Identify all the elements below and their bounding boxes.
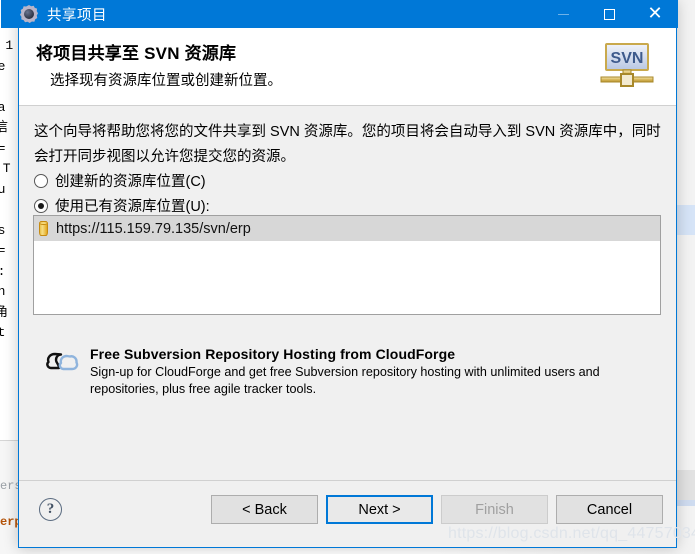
dialog-body: 这个向导将帮助您将您的文件共享到 SVN 资源库。您的项目将会自动导入到 SVN…: [19, 106, 676, 480]
radio-label-use-existing: 使用已有资源库位置(U):: [55, 199, 210, 215]
page-subtitle: 选择现有资源库位置或创建新位置。: [50, 73, 282, 89]
repository-icon: [39, 221, 48, 236]
cloudforge-text-block: Free Subversion Repository Hosting from …: [90, 346, 645, 398]
finish-button: Finish: [441, 495, 548, 524]
radio-label-create-new: 创建新的资源库位置(C): [55, 174, 206, 190]
svn-logo-icon: SVN: [599, 40, 655, 94]
dialog-button-row: < Back Next > Finish Cancel: [211, 495, 663, 524]
help-icon[interactable]: ?: [39, 498, 62, 521]
cloudforge-promo[interactable]: Free Subversion Repository Hosting from …: [45, 346, 645, 398]
maximize-icon: [603, 8, 615, 20]
radio-create-new-location[interactable]: 创建新的资源库位置(C): [34, 170, 206, 191]
next-button[interactable]: Next >: [326, 495, 433, 524]
cloudforge-description: Sign-up for CloudForge and get free Subv…: [90, 365, 600, 396]
share-project-dialog: 共享项目 ✕ 将项目共享至 SVN 资源库 选择现有资源库位置或创建新位置。 S…: [1, 0, 678, 548]
radio-indicator-unselected: [34, 173, 48, 188]
radio-use-existing-location[interactable]: 使用已有资源库位置(U):: [34, 195, 210, 216]
window-controls: ✕: [540, 0, 678, 28]
maximize-button[interactable]: [586, 0, 632, 28]
close-button[interactable]: ✕: [632, 0, 678, 28]
cancel-button[interactable]: Cancel: [556, 495, 663, 524]
cloud-icon: [45, 350, 79, 374]
close-icon: ✕: [647, 3, 663, 24]
radio-indicator-selected: [34, 198, 48, 213]
repository-list[interactable]: https://115.159.79.135/svn/erp: [33, 215, 661, 315]
gear-icon: [20, 5, 38, 23]
svg-text:SVN: SVN: [611, 50, 644, 67]
minimize-button[interactable]: [540, 0, 586, 28]
dialog-titlebar[interactable]: 共享项目 ✕: [1, 0, 678, 28]
cloudforge-title: Free Subversion Repository Hosting from …: [90, 346, 456, 362]
window-title: 共享项目: [47, 7, 107, 24]
minimize-icon: [557, 13, 569, 15]
dialog-header: 将项目共享至 SVN 资源库 选择现有资源库位置或创建新位置。 SVN: [19, 28, 676, 105]
intro-text: 这个向导将帮助您将您的文件共享到 SVN 资源库。您的项目将会自动导入到 SVN…: [34, 124, 661, 165]
repository-url: https://115.159.79.135/svn/erp: [56, 220, 251, 237]
watermark: https://blog.csdn.net/qq_44757034: [448, 525, 695, 542]
page-title: 将项目共享至 SVN 资源库: [36, 44, 237, 63]
back-button[interactable]: < Back: [211, 495, 318, 524]
list-item[interactable]: https://115.159.79.135/svn/erp: [34, 216, 660, 241]
